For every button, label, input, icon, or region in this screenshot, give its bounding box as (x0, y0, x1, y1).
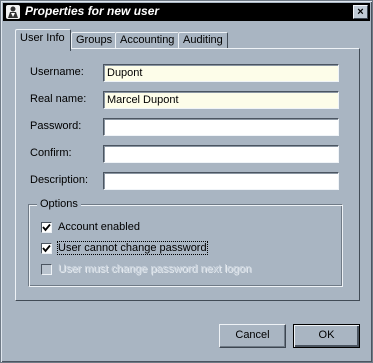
checkmark-icon (42, 244, 51, 253)
realname-field[interactable] (103, 91, 339, 109)
tab-groups[interactable]: Groups (71, 32, 116, 49)
password-field[interactable] (103, 118, 339, 136)
cancel-label: Cancel (235, 329, 270, 341)
close-button[interactable]: × (353, 5, 368, 19)
username-label: Username: (30, 66, 84, 78)
tab-label: Auditing (183, 34, 223, 46)
confirm-password-field[interactable] (103, 145, 339, 163)
cancel-button[interactable]: Cancel (219, 324, 286, 348)
description-field[interactable] (103, 172, 339, 190)
user-icon (6, 5, 20, 19)
title-bar[interactable]: Properties for new user × (3, 3, 370, 21)
password-label: Password: (30, 120, 82, 132)
cannot-change-password-checkbox[interactable] (41, 243, 52, 254)
options-group: Options Account enabled User cannot chan… (28, 198, 343, 287)
close-icon: × (357, 6, 364, 18)
tab-user-info[interactable]: User Info (15, 29, 71, 51)
must-change-password-checkbox (41, 264, 52, 275)
description-label: Description: (30, 174, 89, 186)
tab-label: Groups (76, 34, 113, 46)
account-enabled-checkbox[interactable] (41, 222, 52, 233)
user-info-panel: Username: Real name: Password: Confirm: … (15, 48, 360, 301)
confirm-label: Confirm: (30, 147, 72, 159)
cannot-change-password-label: User cannot change password (57, 241, 208, 255)
must-change-password-label: User must change password next logon (58, 263, 252, 275)
realname-label: Real name: (30, 93, 87, 105)
account-enabled-label: Account enabled (58, 221, 140, 233)
tab-label: User Info (20, 32, 65, 44)
window-title: Properties for new user (25, 4, 160, 18)
tab-accounting[interactable]: Accounting (115, 32, 179, 49)
tab-label: Accounting (120, 34, 175, 46)
properties-dialog: Properties for new user × User Info Grou… (0, 0, 373, 363)
username-field[interactable] (103, 64, 339, 82)
tab-auditing[interactable]: Auditing (178, 32, 228, 49)
ok-label: OK (318, 329, 335, 341)
ok-button[interactable]: OK (293, 324, 360, 348)
checkmark-icon (42, 223, 51, 232)
options-legend: Options (37, 198, 81, 210)
